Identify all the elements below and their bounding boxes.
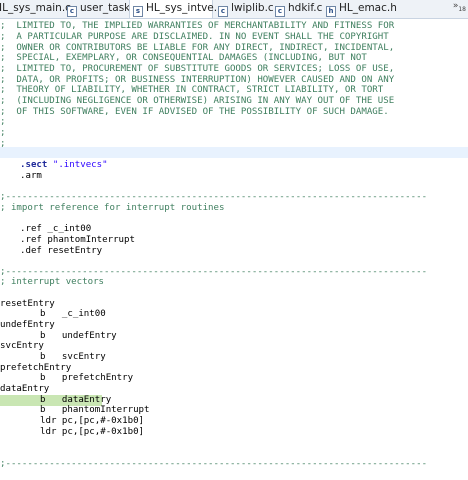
code-line: .ref phantomInterrupt — [20, 235, 135, 245]
directive-keyword: .sect — [20, 160, 48, 170]
code-line: ; LIMITED TO, PROCUREMENT OF SUBSTITUTE … — [0, 64, 395, 74]
code-line: .def resetEntry — [20, 246, 103, 256]
code-line: .ref _c_int00 — [20, 224, 92, 234]
label-svc-entry: svcEntry — [0, 341, 44, 351]
code-line: ldr pc,[pc,#-0x1b0] — [40, 427, 145, 437]
tab-overflow-button[interactable]: »18 — [453, 1, 466, 13]
h-file-icon: h — [326, 6, 336, 17]
code-line-sect: .sect ".intvecs" — [20, 160, 468, 171]
tab-lwiplib[interactable]: c lwiplib.c — [215, 0, 274, 18]
tab-hl-sys-intvecs[interactable]: s HL_sys_intve... — [129, 0, 224, 18]
tab-label: HL_sys_intve... — [146, 2, 224, 14]
code-line: b _c_int00 — [40, 309, 106, 319]
tab-il-sys-main[interactable]: IL_sys_main.c — [0, 0, 71, 18]
code-line: b svcEntry — [40, 352, 106, 362]
editor-tab-bar: IL_sys_main.c c user_task.c s HL_sys_intve… — [0, 0, 468, 19]
section-string: ".intvecs" — [52, 160, 108, 170]
c-file-icon: c — [67, 6, 77, 17]
c-file-icon: c — [275, 6, 285, 17]
c-file-icon: c — [218, 6, 228, 17]
code-line: b phantomInterrupt — [40, 405, 150, 415]
tab-label: lwiplib.c — [231, 2, 274, 14]
code-line: ldr pc,[pc,#-0x1b0] — [40, 416, 145, 426]
separator-line: ;---------------------------------------… — [0, 459, 428, 469]
code-line: .arm — [20, 171, 42, 181]
code-line: ; — [0, 128, 6, 138]
separator-line: ;---------------------------------------… — [0, 192, 428, 202]
code-line: ; — [0, 139, 6, 149]
asm-file-icon: s — [133, 6, 143, 17]
code-line: ; — [0, 117, 6, 127]
tab-label: IL_sys_main.c — [0, 2, 71, 14]
code-line: ; (INCLUDING NEGLIGENCE OR OTHERWISE) AR… — [0, 96, 395, 106]
label-undef-entry: undefEntry — [0, 320, 55, 330]
code-line: ; LIMITED TO, THE IMPLIED WARRANTIES OF … — [0, 21, 395, 31]
code-editor[interactable]: ; SOFTWARE IS PROVIDED BY THE COPYRIGHT … — [0, 19, 468, 480]
tab-label: hdkif.c — [288, 2, 323, 14]
tab-label: HL_emac.h — [339, 2, 397, 14]
code-line: ; A PARTICULAR PURPOSE ARE DISCLAIMED. I… — [0, 32, 389, 42]
code-line: b prefetchEntry — [40, 373, 134, 383]
tab-hl-emac[interactable]: h HL_emac.h — [323, 0, 397, 18]
code-line: ; import reference for interrupt routine… — [0, 203, 225, 213]
code-line: ; THEORY OF LIABILITY, WHETHER IN CONTRA… — [0, 85, 384, 95]
code-line: ; interrupt vectors — [0, 277, 105, 287]
code-line: ; SPECIAL, EXEMPLARY, OR CONSEQUENTIAL D… — [0, 53, 367, 63]
tab-overflow-count: 18 — [458, 5, 466, 13]
label-data-entry: dataEntry — [0, 384, 50, 394]
tab-hdkif[interactable]: c hdkif.c — [272, 0, 322, 18]
